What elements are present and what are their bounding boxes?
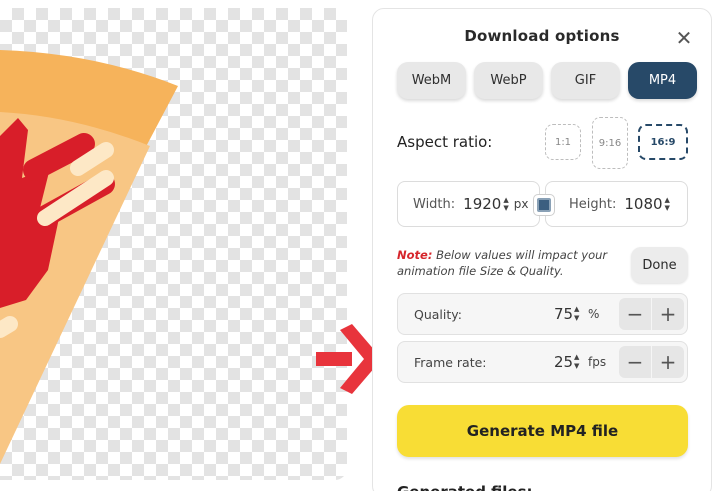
quality-decrease-button[interactable]: − — [619, 298, 651, 330]
panel-title: Download options — [464, 27, 620, 45]
spin-up-icon[interactable]: ▲ — [574, 353, 579, 362]
spin-down-icon[interactable]: ▼ — [574, 314, 579, 323]
quality-value[interactable]: 75 — [554, 305, 573, 323]
app-window: Download options ✕ WebM WebP GIF MP4 Asp… — [0, 0, 720, 491]
width-field[interactable]: Width: 1920 ▲ ▼ px — [397, 181, 540, 227]
width-label: Width: — [413, 196, 456, 212]
frame-rate-value[interactable]: 25 — [554, 353, 573, 371]
height-spinner[interactable]: ▲ ▼ — [665, 196, 670, 212]
width-spinner[interactable]: ▲ ▼ — [503, 196, 508, 212]
height-value[interactable]: 1080 — [624, 195, 662, 213]
format-webm-button[interactable]: WebM — [397, 62, 466, 99]
spin-up-icon[interactable]: ▲ — [574, 305, 579, 314]
width-unit: px — [513, 197, 529, 211]
aspect-ratio-label: Aspect ratio: — [397, 133, 493, 151]
frame-rate-spinner[interactable]: ▲ ▼ — [574, 353, 579, 371]
frame-rate-increase-button[interactable]: + — [652, 346, 684, 378]
close-icon[interactable]: ✕ — [673, 27, 695, 49]
note-heading: Note: — [397, 248, 433, 262]
ratio-1-1-option[interactable]: 1:1 — [545, 124, 581, 160]
spin-down-icon[interactable]: ▼ — [665, 204, 670, 212]
quality-unit: % — [588, 307, 600, 321]
quality-spinner[interactable]: ▲ ▼ — [574, 305, 579, 323]
frame-rate-label: Frame rate: — [414, 355, 487, 370]
ratio-16-9-option[interactable]: 16:9 — [638, 124, 688, 160]
frame-rate-unit: fps — [588, 355, 607, 369]
ratio-9-16-option[interactable]: 9:16 — [592, 117, 628, 169]
height-field[interactable]: Height: 1080 ▲ ▼ — [545, 181, 688, 227]
format-selector: WebM WebP GIF MP4 — [397, 62, 697, 99]
generated-files-heading: Generated files: — [397, 483, 533, 491]
format-webp-button[interactable]: WebP — [474, 62, 543, 99]
generate-file-button[interactable]: Generate MP4 file — [397, 405, 688, 457]
height-label: Height: — [569, 196, 617, 212]
frame-rate-decrease-button[interactable]: − — [619, 346, 651, 378]
format-mp4-button[interactable]: MP4 — [628, 62, 697, 99]
note-text: Note: Below values will impact your anim… — [397, 247, 612, 279]
frame-rate-setting: Frame rate: 25 ▲ ▼ fps − + — [397, 341, 688, 383]
spin-up-icon[interactable]: ▲ — [503, 196, 508, 204]
quality-label: Quality: — [414, 307, 462, 322]
download-options-panel: Download options ✕ WebM WebP GIF MP4 Asp… — [372, 8, 712, 491]
spin-down-icon[interactable]: ▼ — [574, 362, 579, 371]
spin-up-icon[interactable]: ▲ — [665, 196, 670, 204]
spin-down-icon[interactable]: ▼ — [503, 204, 508, 212]
quality-setting: Quality: 75 ▲ ▼ % − + — [397, 293, 688, 335]
quality-increase-button[interactable]: + — [652, 298, 684, 330]
format-gif-button[interactable]: GIF — [551, 62, 620, 99]
done-button[interactable]: Done — [631, 247, 688, 283]
width-value[interactable]: 1920 — [463, 195, 501, 213]
pizza-slice-illustration — [0, 50, 178, 464]
animation-preview — [0, 8, 347, 480]
lock-aspect-icon[interactable] — [533, 194, 555, 216]
